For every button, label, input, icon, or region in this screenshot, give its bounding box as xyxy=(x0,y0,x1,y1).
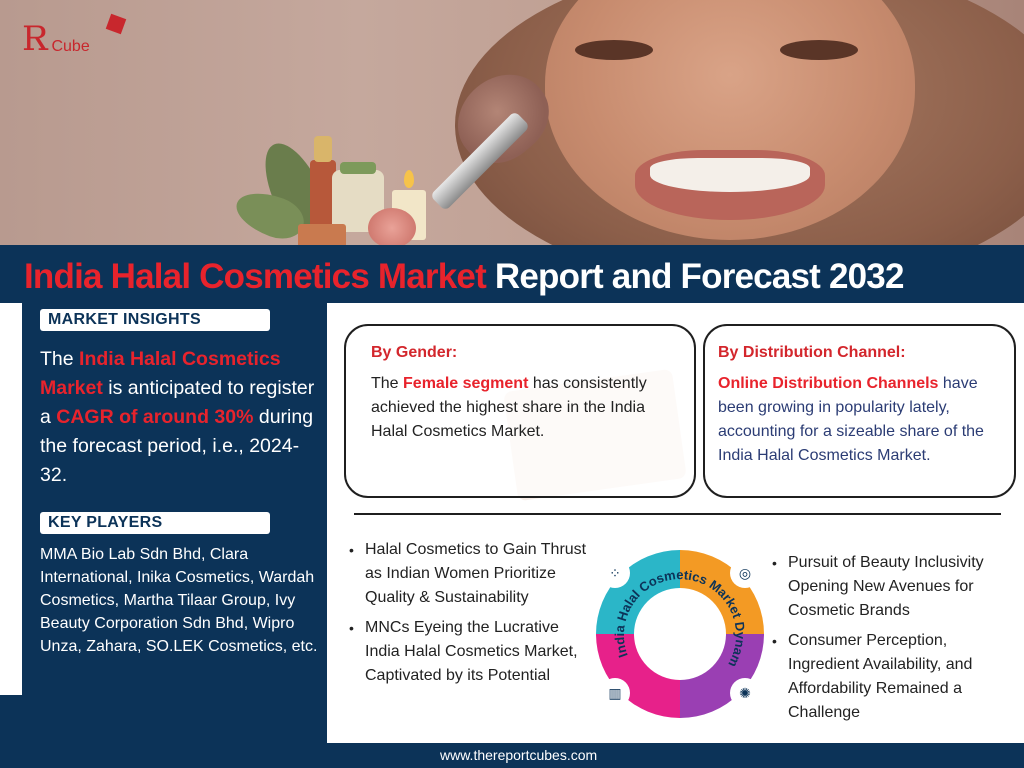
distribution-highlight: Online Distribution Channels xyxy=(718,375,939,392)
distribution-card: By Distribution Channel: Online Distribu… xyxy=(703,324,1016,498)
logo-text: Cube xyxy=(51,37,90,55)
insight-highlight-cagr: CAGR of around 30% xyxy=(56,406,254,428)
distribution-text: Online Distribution Channels have been g… xyxy=(718,372,1008,468)
title-highlight: India Halal Cosmetics Market xyxy=(24,257,487,296)
market-insights-label: MARKET INSIGHTS xyxy=(40,309,270,331)
gender-card: By Gender: The Female segment has consis… xyxy=(344,324,696,498)
lightbulb-icon: ✺ xyxy=(730,678,760,708)
list-item: MNCs Eyeing the Lucrative India Halal Co… xyxy=(349,616,594,688)
ring-center xyxy=(634,588,726,680)
key-players-text: MMA Bio Lab Sdn Bhd, Clara International… xyxy=(40,546,318,655)
insight-text-1: The xyxy=(40,348,80,370)
jar-lid xyxy=(340,162,376,174)
candle-flame xyxy=(404,170,414,188)
rose-decoration xyxy=(368,208,416,245)
footer-url[interactable]: www.thereportcubes.com xyxy=(440,747,597,763)
soap-bar xyxy=(298,224,346,245)
gender-text-1: The xyxy=(371,375,404,392)
list-item: Halal Cosmetics to Gain Thrust as Indian… xyxy=(349,538,594,610)
left-edge-strip xyxy=(0,303,22,695)
list-item: Pursuit of Beauty Inclusivity Opening Ne… xyxy=(772,551,1012,623)
left-eye xyxy=(575,40,653,60)
gender-heading: By Gender: xyxy=(371,344,458,361)
page-title: India Halal Cosmetics Market Report and … xyxy=(24,257,904,297)
list-item: Consumer Perception, Ingredient Availabi… xyxy=(772,629,1012,725)
dynamics-diagram: India Halal Cosmetics Market Dynamics ⁘ … xyxy=(588,534,768,722)
logo-mark: Я xyxy=(22,19,50,59)
gender-highlight: Female segment xyxy=(403,375,529,392)
right-eye xyxy=(780,40,858,60)
bottle-cap xyxy=(314,136,332,162)
title-bar: India Halal Cosmetics Market Report and … xyxy=(0,245,1024,303)
market-insights-text: The India Halal Cosmetics Market is anti… xyxy=(40,345,325,490)
dynamics-right-list: Pursuit of Beauty Inclusivity Opening Ne… xyxy=(772,551,1012,731)
section-divider xyxy=(354,513,1001,515)
cube-icon xyxy=(105,13,127,35)
dynamics-left-list: Halal Cosmetics to Gain Thrust as Indian… xyxy=(349,538,594,694)
molecule-icon: ⁘ xyxy=(600,558,630,588)
title-rest: Report and Forecast 2032 xyxy=(494,257,905,296)
footer: www.thereportcubes.com xyxy=(0,743,1024,768)
distribution-heading: By Distribution Channel: xyxy=(718,344,906,361)
brand-logo[interactable]: Я Cube xyxy=(22,13,127,59)
gender-text: The Female segment has consistently achi… xyxy=(371,372,671,444)
key-players-label: KEY PLAYERS xyxy=(40,512,270,534)
hero-image: Я Cube xyxy=(0,0,1024,245)
chart-icon: ▥ xyxy=(600,678,630,708)
target-icon: ◎ xyxy=(730,558,760,588)
smile xyxy=(650,158,810,192)
